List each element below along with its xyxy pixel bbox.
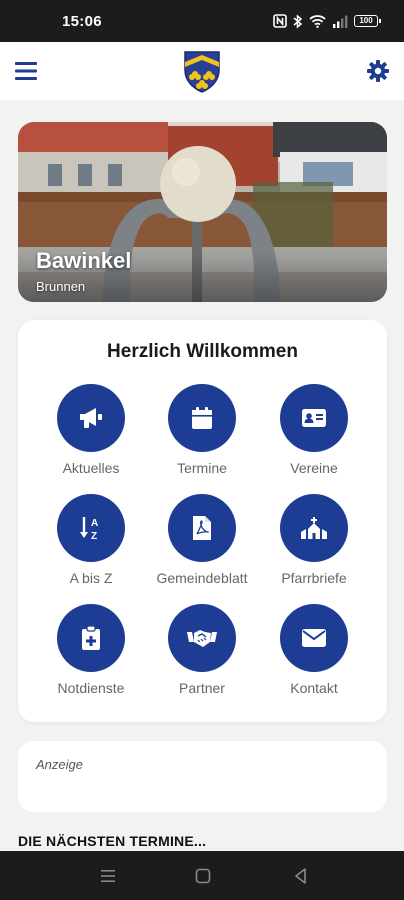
tile-termine[interactable]: Termine [146,384,258,484]
app-bar [0,42,404,100]
tile-a-bis-z[interactable]: A Z A bis Z [35,494,147,594]
system-navigation-bar [0,851,404,900]
megaphone-icon [57,384,125,452]
church-icon [280,494,348,562]
tile-notdienste[interactable]: Notdienste [35,604,147,704]
svg-text:Z: Z [91,531,97,541]
sort-alpha-icon: A Z [57,494,125,562]
nfc-icon [273,14,287,28]
gear-icon[interactable] [366,59,390,83]
tile-label: Pfarrbriefe [281,570,347,586]
recent-apps-icon[interactable] [97,865,119,887]
medical-clipboard-icon [57,604,125,672]
tile-aktuelles[interactable]: Aktuelles [35,384,147,484]
ad-label: Anzeige [36,757,83,772]
status-bar: 15:06 100 [0,0,404,42]
id-card-icon [280,384,348,452]
status-icons: 100 [273,12,381,30]
welcome-title: Herzlich Willkommen [107,341,298,362]
tile-pfarrbriefe[interactable]: Pfarrbriefe [258,494,370,594]
ad-card[interactable]: Anzeige [18,741,387,812]
pdf-file-icon [168,494,236,562]
tile-label: Vereine [290,460,338,476]
next-events-heading: DIE NÄCHSTEN TERMINE... [18,833,207,849]
bluetooth-icon [293,13,303,29]
envelope-icon [280,604,348,672]
tile-label: Kontakt [290,680,338,696]
wifi-icon [309,15,326,28]
tile-vereine[interactable]: Vereine [258,384,370,484]
back-icon[interactable] [290,865,312,887]
calendar-icon [168,384,236,452]
tile-gemeindeblatt[interactable]: Gemeindeblatt [146,494,258,594]
coat-of-arms-crest [184,51,220,93]
signal-icon [333,15,348,28]
handshake-icon [168,604,236,672]
tile-partner[interactable]: Partner [146,604,258,704]
battery-indicator: 100 [354,15,381,27]
welcome-card: Herzlich Willkommen Aktuelles Termine Ve… [18,320,387,722]
tile-kontakt[interactable]: Kontakt [258,604,370,704]
status-time: 15:06 [62,13,102,30]
hero-subtitle: Brunnen [36,279,86,294]
hero-banner[interactable]: Bawinkel Brunnen [18,122,387,302]
home-icon[interactable] [192,865,214,887]
hamburger-menu-icon[interactable] [14,60,38,82]
hero-title: Bawinkel [36,248,132,273]
fountain-photo [18,122,387,302]
svg-text:A: A [91,518,98,529]
